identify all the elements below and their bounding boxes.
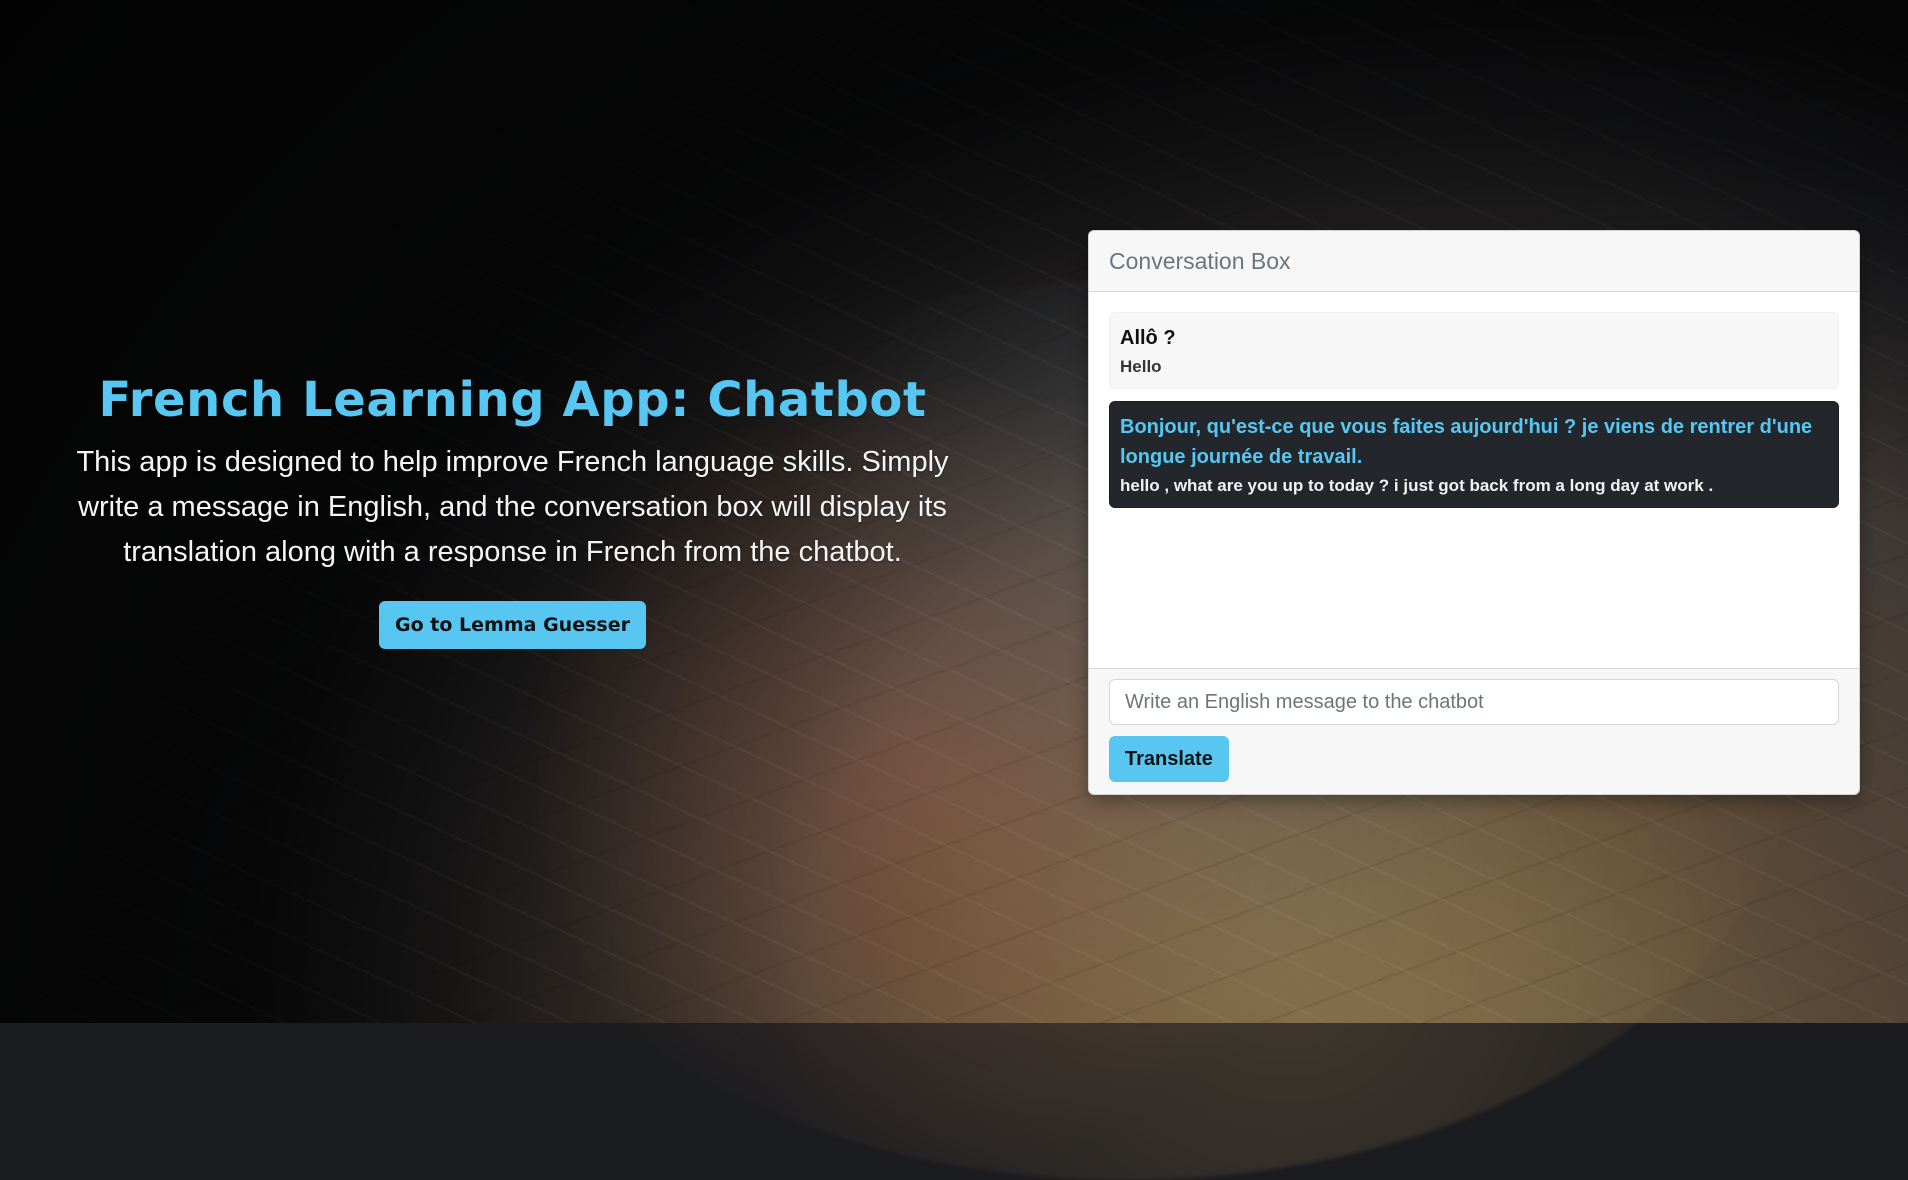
translate-button[interactable]: Translate bbox=[1109, 736, 1229, 782]
conversation-header-title: Conversation Box bbox=[1109, 247, 1291, 274]
message-french: Bonjour, qu'est-ce que vous faites aujou… bbox=[1120, 416, 1813, 468]
message-french: Allô ? bbox=[1120, 327, 1176, 349]
conversation-messages: Allô ? Hello Bonjour, qu'est-ce que vous… bbox=[1089, 292, 1859, 668]
message-bubble: Allô ? Hello bbox=[1109, 312, 1839, 389]
conversation-header: Conversation Box bbox=[1089, 231, 1859, 292]
hero-section: French Learning App: Chatbot This app is… bbox=[55, 372, 970, 649]
conversation-card: Conversation Box Allô ? Hello Bonjour, q… bbox=[1088, 230, 1860, 795]
page-title: French Learning App: Chatbot bbox=[98, 372, 927, 428]
conversation-footer: Translate bbox=[1089, 668, 1859, 794]
chat-message-input[interactable] bbox=[1109, 679, 1839, 725]
go-to-lemma-guesser-button[interactable]: Go to Lemma Guesser bbox=[379, 601, 646, 649]
message-bubble: Bonjour, qu'est-ce que vous faites aujou… bbox=[1109, 401, 1839, 508]
app-description: This app is designed to help improve Fre… bbox=[76, 446, 949, 568]
message-english: Hello bbox=[1120, 357, 1162, 376]
message-english: hello , what are you up to today ? i jus… bbox=[1120, 476, 1714, 495]
